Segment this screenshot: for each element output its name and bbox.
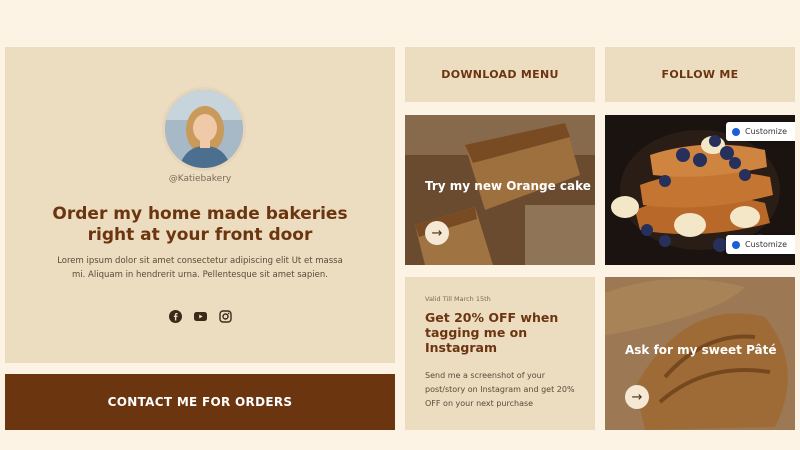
promo-title: Get 20% OFF when tagging me on Instagram	[425, 310, 559, 355]
facebook-icon[interactable]	[168, 308, 182, 323]
profile-card: @Katiebakery Order my home made bakeries…	[5, 47, 395, 363]
follow-me-button[interactable]: FOLLOW ME	[605, 47, 795, 102]
avatar	[165, 90, 243, 168]
croissant-arrow-button[interactable]: →	[625, 385, 649, 409]
arrow-right-icon: →	[431, 225, 443, 241]
customize-label: Customize	[745, 127, 787, 136]
social-links	[5, 308, 395, 323]
download-menu-button[interactable]: DOWNLOAD MENU	[405, 47, 595, 102]
croissant-tile[interactable]: Ask for my sweet Pâté →	[605, 277, 795, 430]
profile-description: Lorem ipsum dolor sit amet consectetur a…	[57, 256, 343, 280]
french-toast-tile: Customize Customize	[605, 115, 795, 265]
cake-arrow-button[interactable]: →	[425, 221, 449, 245]
profile-handle: @Katiebakery	[168, 174, 232, 184]
profile-headline: Order my home made bakeries right at you…	[52, 204, 348, 245]
palette-icon	[732, 240, 740, 249]
arrow-right-icon: →	[631, 389, 643, 405]
croissant-tile-title: Ask for my sweet Pâté	[625, 343, 777, 357]
palette-icon	[732, 127, 740, 136]
cake-tile-title: Try my new Orange cake	[425, 179, 591, 193]
customize-label: Customize	[745, 240, 787, 249]
promo-description: Send me a screenshot of your post/story …	[425, 371, 575, 408]
promo-card: Valid Till March 15th Get 20% OFF when t…	[405, 277, 595, 430]
download-menu-label: DOWNLOAD MENU	[441, 68, 559, 81]
contact-button-label: CONTACT ME FOR ORDERS	[107, 395, 293, 409]
orange-cake-tile[interactable]: Try my new Orange cake →	[405, 115, 595, 265]
customize-button[interactable]: Customize	[726, 122, 795, 141]
instagram-icon[interactable]	[218, 308, 232, 323]
follow-me-label: FOLLOW ME	[661, 68, 739, 81]
customize-button[interactable]: Customize	[726, 235, 795, 254]
contact-button[interactable]: CONTACT ME FOR ORDERS	[5, 374, 395, 430]
promo-validity: Valid Till March 15th	[425, 295, 491, 303]
youtube-icon[interactable]	[193, 308, 207, 321]
